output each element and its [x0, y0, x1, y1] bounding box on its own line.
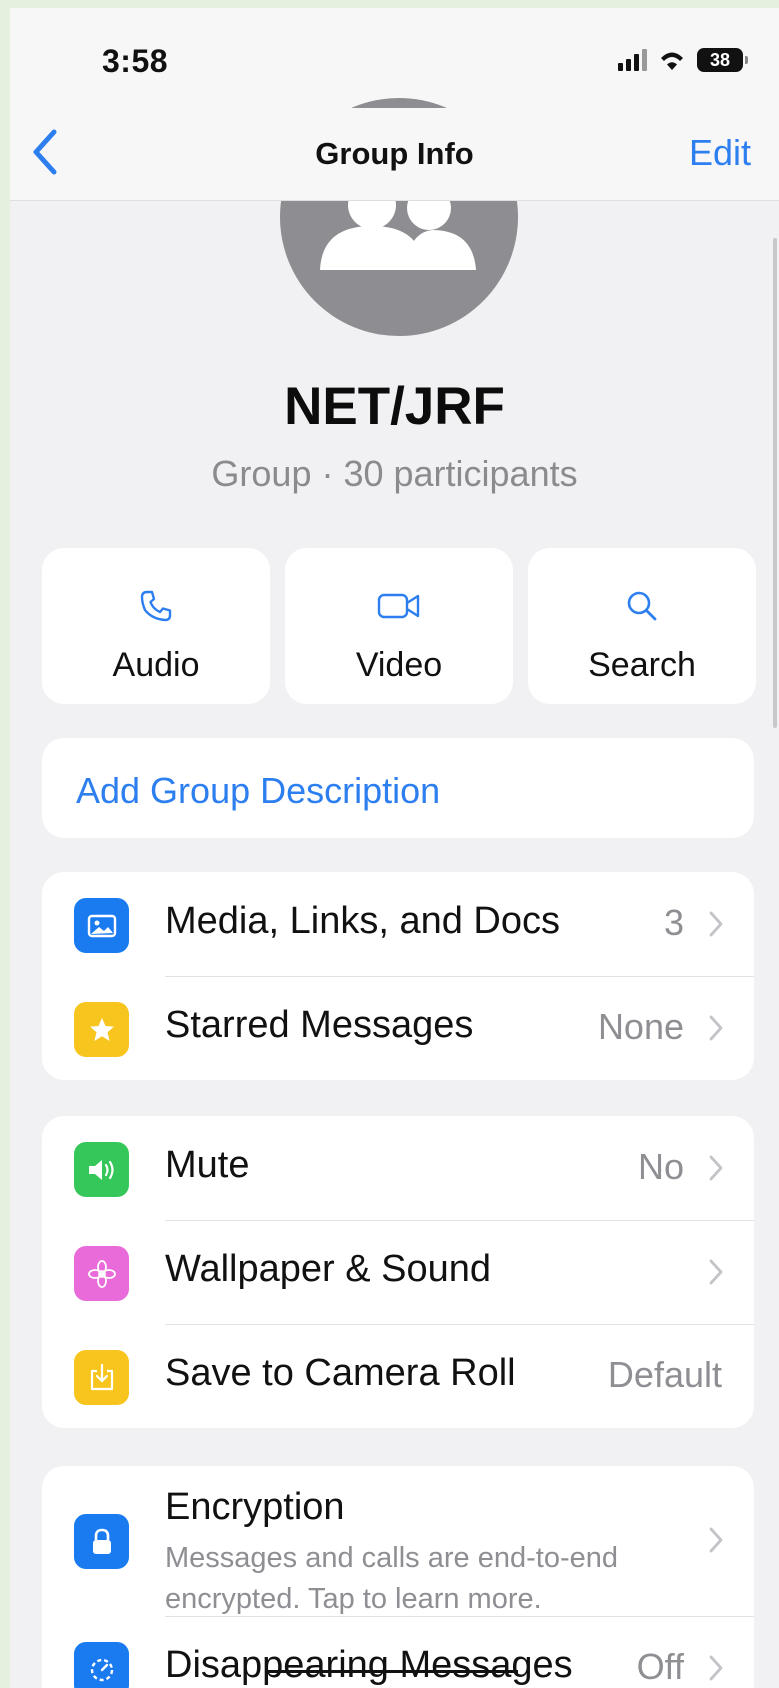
- strikethrough-mark: [268, 1670, 518, 1673]
- wifi-icon: [661, 52, 683, 70]
- row-label: Encryption: [165, 1486, 345, 1528]
- row-value: Default: [607, 1354, 722, 1395]
- lock-icon: [74, 1514, 129, 1569]
- search-icon: [627, 591, 657, 621]
- group-name: NET/JRF: [284, 377, 505, 436]
- nav-title: Group Info: [315, 136, 474, 171]
- starred-messages-row[interactable]: Starred Messages None: [42, 976, 754, 1080]
- chevron-right-icon: [709, 1155, 723, 1181]
- video-camera-icon: [377, 593, 420, 619]
- phone-icon: [140, 590, 172, 622]
- add-description-link[interactable]: Add Group Description: [76, 770, 440, 812]
- row-value: Off: [636, 1646, 684, 1687]
- status-time: 3:58: [102, 43, 169, 79]
- signal-icon: [618, 49, 647, 71]
- timer-icon: [74, 1642, 129, 1688]
- speaker-icon: [74, 1142, 129, 1197]
- chevron-right-icon: [709, 911, 723, 937]
- row-value: None: [597, 1006, 684, 1047]
- settings-section: Mute No Wallpaper & Sound Save to Camera…: [42, 1116, 754, 1428]
- status-icons: 38: [618, 48, 748, 72]
- audio-call-button[interactable]: Audio: [42, 548, 270, 704]
- flower-icon: [74, 1246, 129, 1301]
- search-button[interactable]: Search: [528, 548, 756, 704]
- mute-row[interactable]: Mute No: [42, 1116, 754, 1220]
- row-value: 3: [663, 902, 684, 943]
- disappearing-messages-row[interactable]: Disappearing Messages Off: [42, 1616, 754, 1688]
- chevron-right-icon: [709, 1259, 723, 1285]
- row-label: Disappearing Messages: [165, 1644, 573, 1686]
- audio-label: Audio: [112, 646, 200, 684]
- status-bar: 3:58 38: [10, 8, 779, 108]
- row-label: Wallpaper & Sound: [165, 1248, 492, 1290]
- row-label: Save to Camera Roll: [165, 1352, 516, 1394]
- row-label: Starred Messages: [165, 1004, 474, 1046]
- row-label: Media, Links, and Docs: [165, 900, 560, 942]
- video-call-button[interactable]: Video: [285, 548, 513, 704]
- navigation-bar: Group Info Edit: [10, 108, 779, 201]
- photo-icon: [74, 898, 129, 953]
- chevron-right-icon: [709, 1527, 723, 1553]
- chevron-right-icon: [709, 1015, 723, 1041]
- scroll-indicator[interactable]: [773, 238, 777, 728]
- group-subtitle: Group · 30 participants: [211, 453, 578, 494]
- group-info-screen: 3:58 38 Group Info Edit NET/JRF Group · …: [10, 8, 779, 1688]
- row-value: No: [637, 1146, 684, 1187]
- video-label: Video: [355, 646, 443, 684]
- row-label: Mute: [165, 1144, 250, 1186]
- save-to-camera-roll-row[interactable]: Save to Camera Roll Default: [42, 1324, 754, 1428]
- star-icon: [74, 1002, 129, 1057]
- group-description-card[interactable]: Add Group Description: [42, 738, 754, 838]
- battery-level: 38: [709, 49, 731, 70]
- search-label: Search: [588, 646, 696, 684]
- battery-icon: 38: [697, 48, 748, 72]
- download-icon: [74, 1350, 129, 1405]
- media-links-docs-row[interactable]: Media, Links, and Docs 3: [42, 872, 754, 976]
- edit-button[interactable]: Edit: [689, 132, 751, 174]
- encryption-row[interactable]: Encryption Messages and calls are end-to…: [42, 1466, 754, 1616]
- encryption-description: Messages and calls are end-to-end encryp…: [165, 1542, 618, 1615]
- wallpaper-sound-row[interactable]: Wallpaper & Sound: [42, 1220, 754, 1324]
- chevron-right-icon: [709, 1655, 723, 1681]
- media-section: Media, Links, and Docs 3 Starred Message…: [42, 872, 754, 1080]
- privacy-section: Encryption Messages and calls are end-to…: [42, 1466, 754, 1688]
